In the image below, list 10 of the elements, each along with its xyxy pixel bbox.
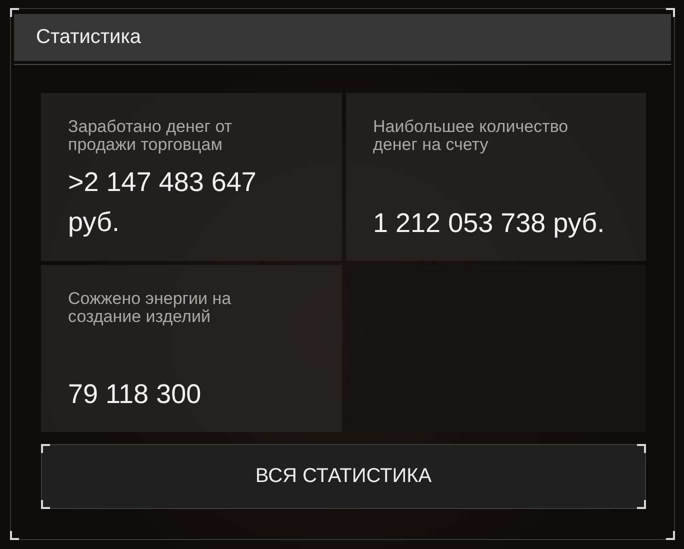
stat-label: Сожжено энергии на создание изделий: [68, 290, 232, 326]
corner-bracket: [666, 531, 675, 540]
corner-bracket: [10, 531, 19, 540]
stat-value: >2 147 483 647 руб.: [68, 166, 258, 240]
all-statistics-button[interactable]: ВСЯ СТАТИСТИКА: [41, 444, 646, 510]
window-title: Статистика: [36, 26, 142, 50]
stat-value: 79 118 300: [68, 378, 202, 412]
stat-value: 1 212 053 738 руб.: [373, 207, 606, 240]
stat-label: Заработано денег от продажи торговцам: [68, 118, 234, 154]
stat-label: Наибольшее количество денег на счету: [373, 118, 570, 154]
